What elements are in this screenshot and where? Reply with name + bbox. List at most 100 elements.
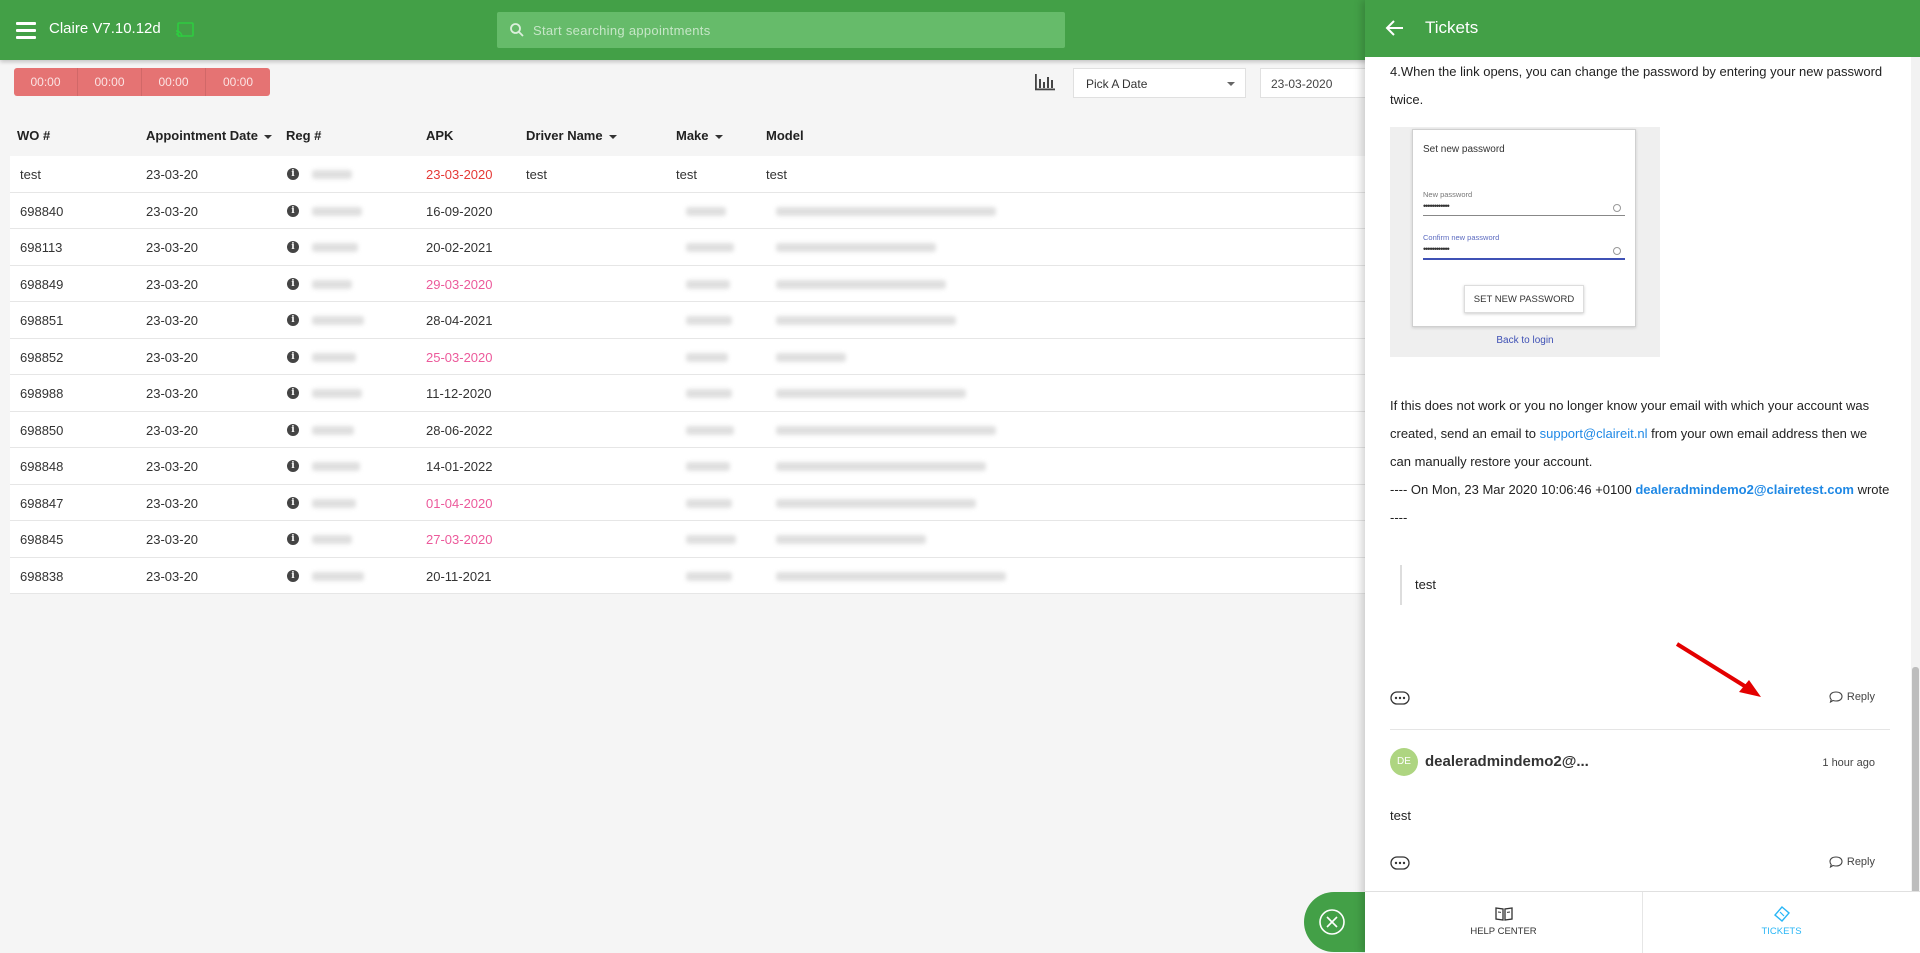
- table-row[interactable]: 698838 23-03-20 i 20-11-2021: [10, 557, 1370, 594]
- redacted-model: [776, 316, 956, 325]
- column-header-make[interactable]: Make: [676, 128, 723, 143]
- quoted-sender-link[interactable]: dealeradmindemo2@clairetest.com: [1635, 482, 1854, 497]
- tab-label: HELP CENTER: [1470, 926, 1537, 937]
- table-row[interactable]: 698840 23-03-20 i 16-09-2020: [10, 192, 1370, 229]
- info-icon[interactable]: i: [287, 423, 299, 436]
- redacted-reg: [312, 535, 352, 544]
- close-circle-icon: [1319, 909, 1345, 935]
- timer-chip[interactable]: 00:00: [142, 68, 206, 96]
- back-arrow-icon[interactable]: [1385, 18, 1405, 38]
- timer-chip[interactable]: 00:00: [14, 68, 78, 96]
- open-book-icon: [1494, 907, 1513, 921]
- redacted-make: [686, 498, 732, 508]
- table-row[interactable]: 698849 23-03-20 i 29-03-2020: [10, 265, 1370, 302]
- reply-button[interactable]: Reply: [1829, 691, 1875, 703]
- table-row[interactable]: 698988 23-03-20 i 11-12-2020: [10, 375, 1370, 412]
- table-row[interactable]: 698113 23-03-20 i 20-02-2021: [10, 229, 1370, 266]
- search-input[interactable]: [533, 12, 1053, 48]
- redacted-model: [776, 389, 966, 398]
- cell-wo: 698847: [20, 495, 64, 511]
- screenshot-new-password-value: ••••••••••••: [1423, 201, 1450, 211]
- screenshot-title: Set new password: [1423, 144, 1505, 155]
- table-row[interactable]: 698851 23-03-20 i 28-04-2021: [10, 302, 1370, 339]
- redacted-reg: [312, 243, 358, 252]
- panel-footer-tabs: HELP CENTER TICKETS: [1365, 891, 1920, 953]
- appointments-table: test 23-03-20 i 23-03-2020 test test test 69884…: [10, 156, 1370, 594]
- column-header-apk[interactable]: APK: [426, 128, 453, 143]
- cell-appointment-date: 23-03-20: [146, 240, 199, 255]
- table-row[interactable]: 698845 23-03-20 i 27-03-2020: [10, 521, 1370, 558]
- table-row[interactable]: test 23-03-20 i 23-03-2020 test test test: [10, 156, 1370, 193]
- table-row[interactable]: 698848 23-03-20 i 14-01-2022: [10, 448, 1370, 485]
- column-header-appointment-date[interactable]: Appointment Date: [146, 128, 272, 143]
- info-icon[interactable]: i: [287, 533, 299, 545]
- cell-appointment-date: 23-03-20: [146, 203, 199, 219]
- cell-wo: 698845: [20, 532, 64, 547]
- tickets-panel: Tickets 4.When the link opens, you can c…: [1365, 0, 1920, 953]
- tickets-header: Tickets: [1365, 0, 1920, 57]
- tab-tickets[interactable]: TICKETS: [1642, 892, 1920, 953]
- sort-down-icon: [608, 134, 617, 139]
- info-icon[interactable]: i: [287, 460, 299, 472]
- redacted-model: [776, 279, 946, 289]
- cast-icon[interactable]: [175, 22, 194, 38]
- scrollbar-track[interactable]: [1911, 57, 1920, 947]
- screenshot-confirm-password-label: Confirm new password: [1423, 233, 1500, 242]
- cell-appointment-date: 23-03-20: [146, 532, 199, 547]
- bar-chart-icon[interactable]: [1034, 73, 1056, 91]
- info-icon[interactable]: i: [287, 314, 299, 326]
- cell-wo: 698851: [20, 313, 64, 328]
- cell-apk: 27-03-2020: [426, 532, 493, 547]
- cell-model: test: [766, 167, 787, 182]
- cell-appointment-date: 23-03-20: [146, 459, 199, 474]
- info-icon[interactable]: i: [287, 350, 299, 363]
- info-icon[interactable]: i: [287, 277, 299, 290]
- redacted-reg: [312, 498, 356, 508]
- screenshot-set-password-button: SET NEW PASSWORD: [1464, 285, 1584, 313]
- ticket-icon: [1773, 906, 1790, 922]
- info-icon[interactable]: i: [287, 168, 299, 180]
- table-row[interactable]: 698850 23-03-20 i 28-06-2022: [10, 411, 1370, 448]
- instruction-step-4: 4.When the link opens, you can change th…: [1390, 64, 1883, 107]
- info-icon[interactable]: i: [287, 204, 299, 217]
- cell-make: test: [676, 167, 697, 182]
- redacted-model: [776, 352, 846, 362]
- timer-chip[interactable]: 00:00: [78, 68, 142, 96]
- reply-button[interactable]: Reply: [1829, 856, 1875, 868]
- cell-appointment-date: 23-03-20: [146, 422, 199, 438]
- comment-timestamp: 1 hour ago: [1822, 757, 1875, 769]
- table-row[interactable]: 698852 23-03-20 i 25-03-2020: [10, 338, 1370, 375]
- column-header-wo[interactable]: WO #: [17, 128, 50, 143]
- ticket-thread: 4.When the link opens, you can change th…: [1365, 57, 1911, 891]
- more-options-icon[interactable]: [1390, 691, 1410, 705]
- cell-appointment-date: 23-03-20: [146, 386, 199, 401]
- cell-wo: 698852: [20, 349, 64, 365]
- pick-date-select[interactable]: Pick A Date: [1073, 68, 1246, 98]
- info-icon[interactable]: i: [287, 569, 299, 582]
- redacted-make: [686, 352, 728, 362]
- cell-appointment-date: 23-03-20: [146, 276, 199, 292]
- info-icon[interactable]: i: [287, 496, 299, 509]
- redacted-reg: [312, 462, 360, 471]
- column-header-reg[interactable]: Reg #: [286, 128, 321, 143]
- sort-down-icon: [714, 134, 723, 139]
- quoted-header-prefix: ---- On Mon, 23 Mar 2020 10:06:46 +0100: [1390, 482, 1632, 497]
- column-header-driver-name[interactable]: Driver Name: [526, 128, 617, 143]
- info-icon[interactable]: i: [287, 241, 299, 253]
- more-options-icon[interactable]: [1390, 856, 1410, 870]
- cell-apk: 14-01-2022: [426, 459, 493, 474]
- redacted-make: [686, 571, 732, 581]
- info-icon[interactable]: i: [287, 387, 299, 399]
- timer-chip[interactable]: 00:00: [206, 68, 270, 96]
- password-reset-screenshot: Set new password New password ••••••••••…: [1390, 127, 1660, 357]
- tab-help-center[interactable]: HELP CENTER: [1365, 892, 1642, 953]
- divider: [1390, 729, 1890, 730]
- support-email-link[interactable]: support@claireit.nl: [1540, 426, 1648, 441]
- column-header-model[interactable]: Model: [766, 128, 804, 143]
- date-field[interactable]: 23-03-2020: [1260, 68, 1380, 98]
- redacted-make: [686, 206, 726, 216]
- table-row[interactable]: 698847 23-03-20 i 01-04-2020: [10, 484, 1370, 521]
- comment-author: dealeradmindemo2@...: [1425, 753, 1589, 770]
- hamburger-menu-icon[interactable]: [16, 22, 36, 39]
- cell-appointment-date: 23-03-20: [146, 568, 199, 584]
